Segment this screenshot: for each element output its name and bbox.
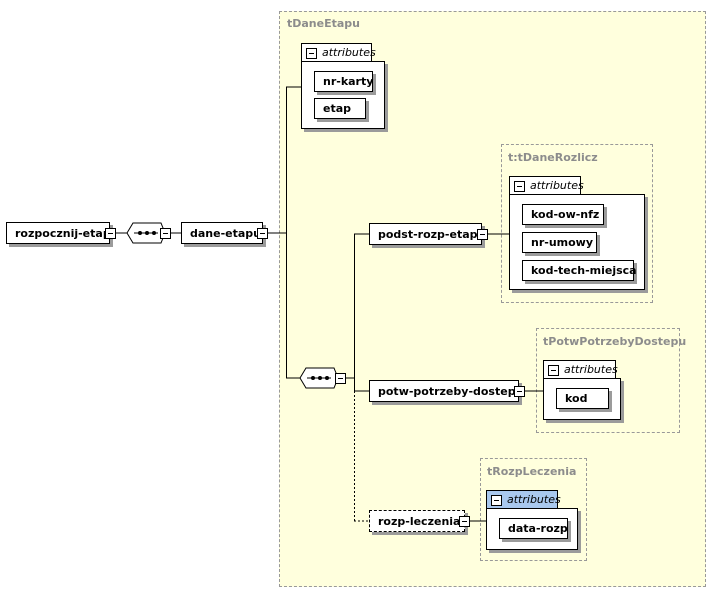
attributes-tab: attributes (509, 176, 584, 195)
collapse-icon[interactable] (477, 229, 488, 240)
element-rozpocznij-etap[interactable]: rozpocznij-etap (6, 222, 111, 244)
compositor-collapse-icon[interactable] (335, 373, 346, 384)
element-label: rozp-leczenia (378, 514, 461, 528)
collapse-icon[interactable] (491, 495, 502, 506)
attribute-etap[interactable]: etap (314, 98, 366, 119)
attribute-label: data-rozp (508, 522, 568, 535)
collapse-icon[interactable] (459, 516, 470, 527)
attribute-label: etap (323, 102, 352, 115)
attributes-label: attributes (322, 46, 376, 59)
collapse-icon[interactable] (514, 386, 525, 397)
collapse-icon[interactable] (306, 48, 317, 59)
element-rozp-leczenia[interactable]: rozp-leczenia (369, 510, 465, 532)
attributes-tab: attributes (301, 43, 376, 62)
attribute-nr-umowy[interactable]: nr-umowy (522, 232, 597, 253)
attribute-label: kod-ow-nfz (531, 208, 600, 221)
attribute-label: nr-karty (323, 75, 374, 88)
attributes-label: attributes (507, 493, 561, 506)
element-dane-etapu[interactable]: dane-etapu (181, 222, 263, 244)
attribute-kod-tech-miejsca[interactable]: kod-tech-miejsca (522, 260, 637, 281)
attributes-tab: attributes (543, 360, 618, 379)
element-label: rozpocznij-etap (15, 226, 111, 240)
element-potw-potrzeby-dostepu[interactable]: potw-potrzeby-dostepu (369, 380, 523, 402)
element-label: dane-etapu (190, 226, 262, 240)
collapse-icon[interactable] (257, 228, 268, 239)
attribute-kod[interactable]: kod (556, 388, 609, 409)
element-podst-rozp-etapu[interactable]: podst-rozp-etapu (369, 223, 486, 245)
collapse-icon[interactable] (514, 181, 525, 192)
attributes-label: attributes (564, 363, 618, 376)
attributes-tab-highlighted: attributes (486, 490, 561, 509)
element-label: podst-rozp-etapu (378, 227, 486, 241)
sequence-compositor-icon (299, 367, 339, 389)
attribute-label: nr-umowy (531, 236, 594, 249)
attribute-label: kod-tech-miejsca (531, 264, 637, 277)
compositor-collapse-icon[interactable] (160, 228, 171, 239)
attribute-nr-karty[interactable]: nr-karty (314, 71, 373, 92)
attribute-data-rozp[interactable]: data-rozp (499, 518, 568, 539)
attribute-kod-ow-nfz[interactable]: kod-ow-nfz (522, 204, 604, 225)
element-label: potw-potrzeby-dostepu (378, 384, 524, 398)
collapse-icon[interactable] (548, 365, 559, 376)
attribute-label: kod (565, 392, 588, 405)
collapse-icon[interactable] (105, 228, 116, 239)
attributes-label: attributes (530, 179, 584, 192)
